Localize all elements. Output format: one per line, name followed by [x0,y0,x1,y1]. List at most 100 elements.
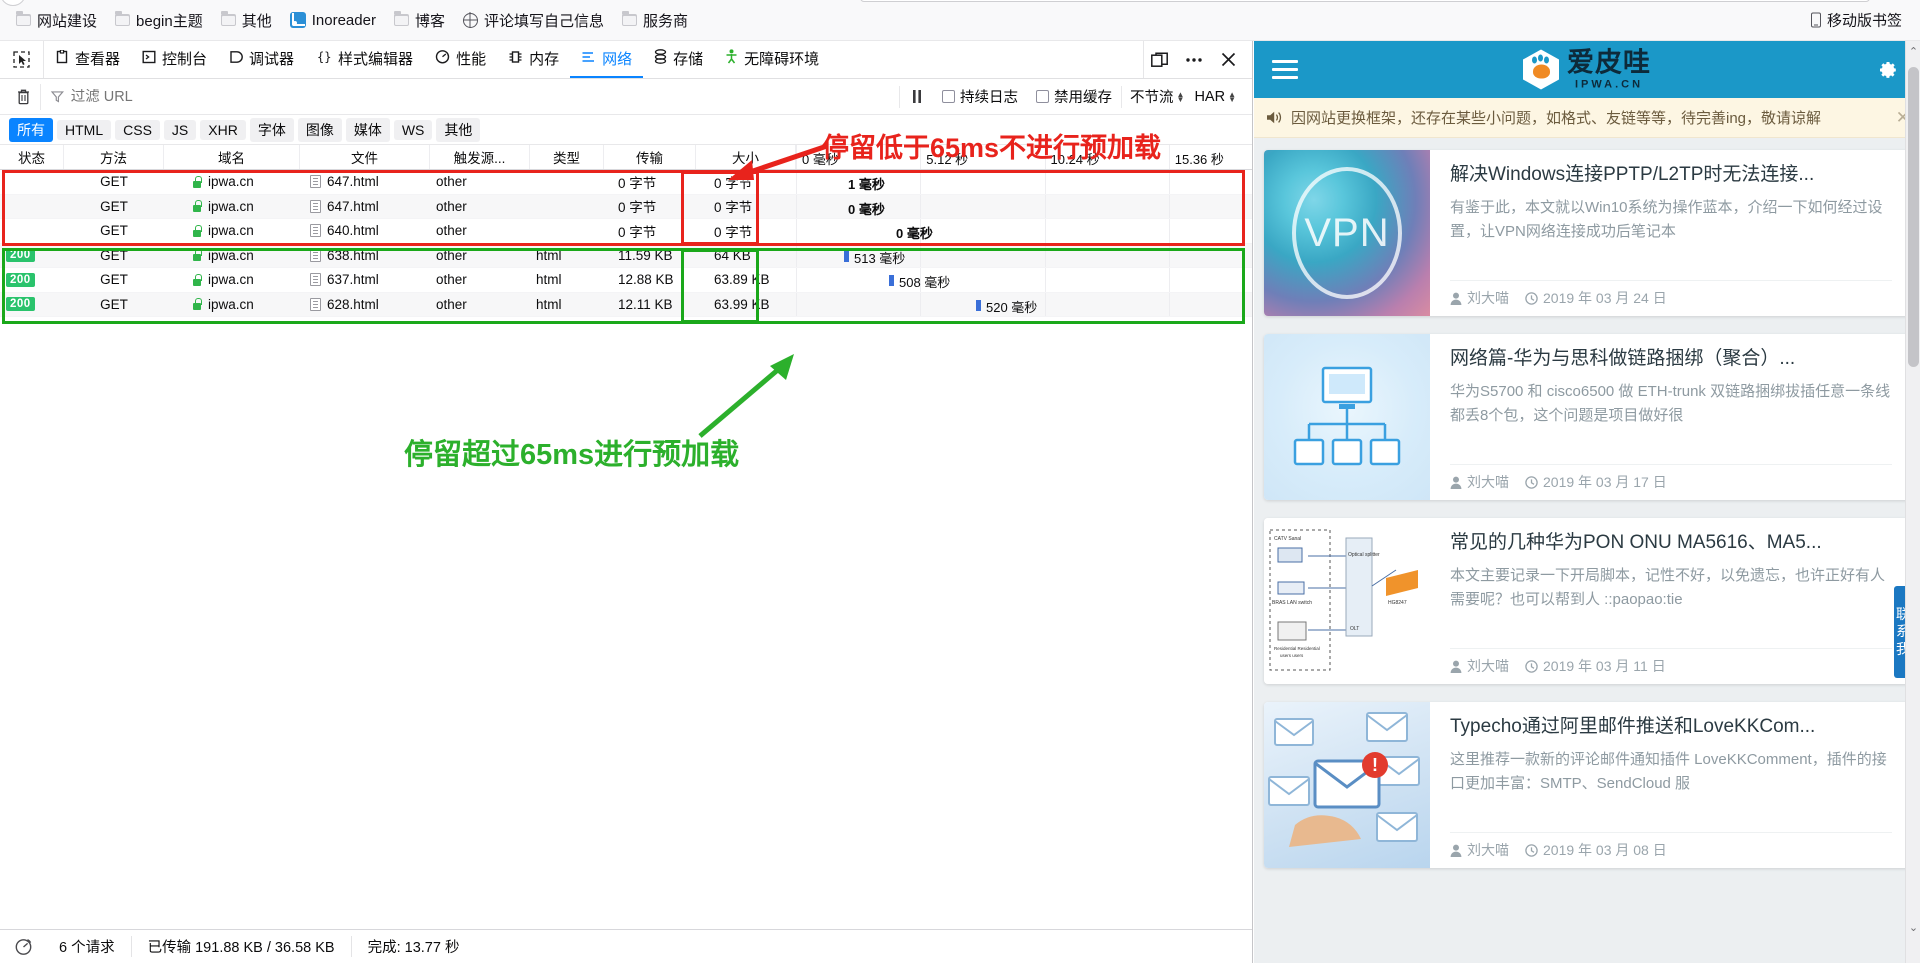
type-filter-所有[interactable]: 所有 [9,117,53,142]
hamburger-icon[interactable] [1272,60,1298,79]
throttling-label: 不节流 [1130,90,1174,106]
site-logo[interactable]: 爱皮哇 IPWA.CN [1523,49,1651,90]
waterfall-duration-label: 508 毫秒 [899,275,951,290]
bookmark-item-1[interactable]: begin主题 [107,8,211,33]
article-card[interactable]: ! Typecho通过阿里邮件推送和LoveKKCom... 这里推荐一款新的评论邮… [1264,702,1910,868]
column-header-status[interactable]: 状态 [0,145,64,169]
cell-size: 63.89 KB [714,272,770,288]
table-row[interactable]: GET ipwa.cn 647.html other 0 字节 0 字节 0 毫秒 [0,194,1252,219]
mobile-bookmarks-button[interactable]: 移动版书签 [1810,10,1902,31]
search-input[interactable] [70,88,900,105]
column-header-type[interactable]: 类型 [530,145,604,169]
bookmark-item-5[interactable]: 评论填写自己信息 [455,8,612,33]
column-header-domain[interactable]: 域名 [164,145,300,169]
bookmark-item-4[interactable]: 博客 [386,8,453,33]
type-filter-媒体[interactable]: 媒体 [345,117,390,142]
dock-position-button[interactable] [1144,45,1176,75]
cell-method: GET [100,272,128,288]
type-filter-图像[interactable]: 图像 [297,117,342,142]
type-filter-字体[interactable]: 字体 [249,117,294,142]
har-select[interactable]: HAR ▲ ▼ [1192,86,1246,108]
bookmark-item-0[interactable]: 网站建设 [8,8,105,33]
tab-调试器[interactable]: 调试器 [218,41,305,78]
clock-icon [1525,659,1538,673]
status-badge: 200 [6,297,35,312]
annotation-green-arrow [698,354,794,438]
element-picker-button[interactable] [0,41,44,78]
tab-label: 调试器 [249,51,295,68]
scrollbar-thumb[interactable] [1908,67,1919,367]
tab-查看器[interactable]: 查看器 [44,41,131,78]
bookmark-item-2[interactable]: 其他 [213,8,280,33]
cell-size: 0 字节 [714,224,753,240]
column-header-file[interactable]: 文件 [300,145,430,169]
filter-url-field[interactable] [40,83,900,110]
article-card[interactable]: VPN 解决Windows连接PPTP/L2TP时无法连接... 有鉴于此，本文就以… [1264,150,1910,316]
type-filter-JS[interactable]: JS [163,119,197,140]
bookmarks-bar: 网站建设 begin主题 其他 Inoreader 博客 评论填写自己信息 服务商 移动版书… [0,0,1920,41]
article-excerpt: 华为S5700 和 cisco6500 做 ETH-trunk 双链路捆绑拔插任… [1450,382,1891,424]
type-filter-CSS[interactable]: CSS [115,119,160,140]
table-row[interactable]: 200 GET ipwa.cn 628.html other html 12.11 KB 63… [0,292,1252,317]
folder-icon [16,11,31,26]
devtools-window-controls [1143,41,1252,78]
page-scrollbar[interactable]: ⌃ ⌄ [1905,41,1920,963]
timeline-gridline [1044,292,1046,316]
tab-存储[interactable]: 存储 [643,41,714,78]
table-row[interactable]: 200 GET ipwa.cn 637.html other html 12.88 KB 63… [0,268,1252,293]
site-header: 爱皮哇 IPWA.CN [1254,41,1920,98]
type-filter-其他[interactable]: 其他 [436,117,481,142]
column-header-transferred[interactable]: 传输 [604,145,696,169]
tab-性能[interactable]: 性能 [424,41,497,78]
type-filter-HTML[interactable]: HTML [57,119,112,140]
column-header-cause[interactable]: 触发源... [430,145,530,169]
gear-icon[interactable] [1878,60,1898,80]
scroll-up-icon[interactable]: ⌃ [1906,45,1920,61]
article-title[interactable]: Typecho通过阿里邮件推送和LoveKKCom... [1450,714,1892,740]
address-bar[interactable] [860,0,1870,2]
type-filter-WS[interactable]: WS [393,119,433,140]
article-title[interactable]: 常见的几种华为PON ONU MA5616、MA5... [1450,530,1892,556]
article-title[interactable]: 网络篇-华为与思科做链路捆绑（聚合）... [1450,346,1892,372]
cell-timeline: 508 毫秒 [796,268,1252,292]
article-card[interactable]: CATV Sanal BRAS LAN switch Residential Res… [1264,518,1910,684]
accessibility-icon [725,49,738,68]
tab-网络[interactable]: 网络 [570,41,644,78]
waterfall-duration-label: 520 毫秒 [986,299,1038,315]
tab-label: 查看器 [75,51,121,68]
tab-label: 样式编辑器 [338,51,414,68]
pause-recording-button[interactable] [899,85,933,108]
tab-控制台[interactable]: 控制台 [131,41,218,78]
table-row[interactable]: GET ipwa.cn 647.html other 0 字节 0 字节 1 毫秒 [0,170,1252,195]
article-card[interactable]: 网络篇-华为与思科做链路捆绑（聚合）... 华为S5700 和 cisco6500… [1264,334,1910,500]
clear-requests-button[interactable] [6,88,40,105]
document-icon [310,224,321,238]
bookmark-item-3[interactable]: Inoreader [282,10,384,31]
cell-transferred: 0 字节 [618,224,657,240]
throttling-select[interactable]: 不节流 ▲ ▼ [1121,85,1192,108]
file-text: 647.html [327,198,379,214]
network-perf-icon[interactable] [0,937,43,956]
persist-logs-checkbox[interactable]: 持续日志 [933,86,1027,107]
tab-内存[interactable]: 内存 [497,41,570,78]
column-header-method[interactable]: 方法 [64,145,164,169]
table-row[interactable]: 200 GET ipwa.cn 638.html other html 11.59 KB 64… [0,243,1252,268]
bookmark-item-6[interactable]: 服务商 [614,8,696,33]
table-row[interactable]: GET ipwa.cn 640.html other 0 字节 0 字节 0 毫秒 [0,219,1252,244]
article-title[interactable]: 解决Windows连接PPTP/L2TP时无法连接... [1450,162,1892,188]
cell-domain: ipwa.cn [164,219,300,243]
waterfall-duration-label: 0 毫秒 [896,226,933,241]
svg-text:CATV Sanal: CATV Sanal [1274,536,1301,542]
devtools-close-button[interactable] [1212,45,1244,75]
tab-样式编辑器[interactable]: {} 样式编辑器 [305,41,424,78]
svg-text:BRAS LAN switch: BRAS LAN switch [1272,600,1312,606]
folder-icon [220,11,236,26]
type-filter-XHR[interactable]: XHR [200,119,246,140]
folder-icon [393,11,409,26]
browser-back-button[interactable] [0,0,26,6]
console-icon [142,50,156,68]
tab-无障碍环境[interactable]: 无障碍环境 [714,41,830,78]
disable-cache-checkbox[interactable]: 禁用缓存 [1027,86,1121,107]
devtools-more-menu-button[interactable] [1178,45,1210,75]
scroll-down-icon[interactable]: ⌄ [1906,921,1920,937]
